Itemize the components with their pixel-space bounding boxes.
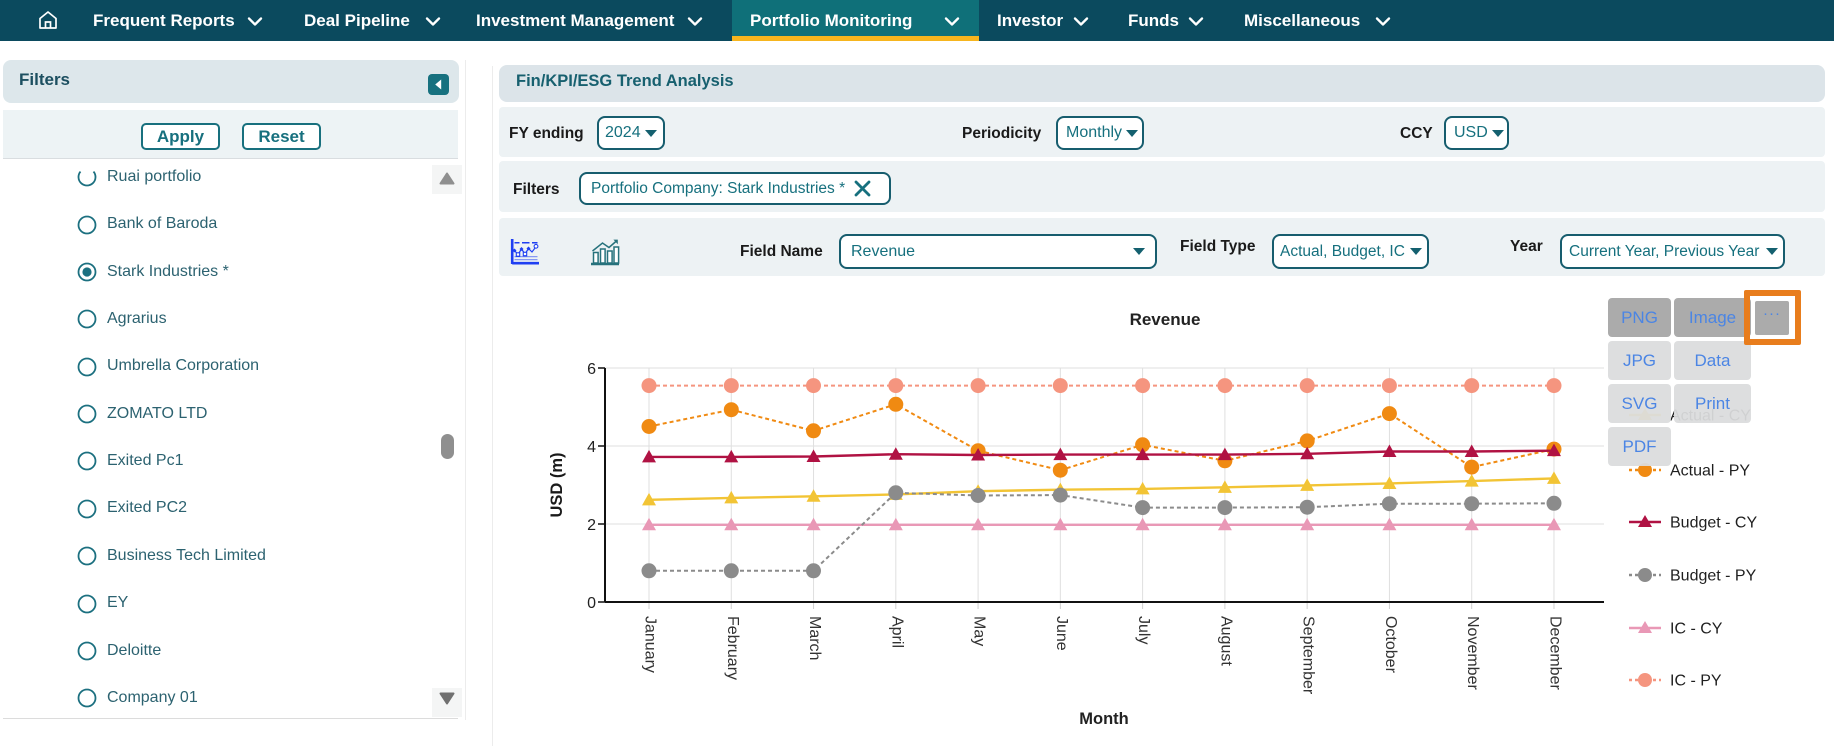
svg-text:September: September [1300, 616, 1317, 695]
svg-text:Actual - PY: Actual - PY [1670, 463, 1750, 480]
svg-text:Budget - CY: Budget - CY [1670, 515, 1757, 532]
svg-text:March: March [806, 616, 823, 660]
svg-text:USD (m): USD (m) [548, 452, 566, 517]
svg-text:IC - CY: IC - CY [1670, 621, 1723, 638]
svg-text:0: 0 [587, 595, 596, 612]
svg-text:February: February [724, 616, 741, 680]
svg-text:August: August [1217, 616, 1234, 666]
svg-text:6: 6 [587, 361, 596, 378]
svg-text:4: 4 [587, 439, 596, 456]
svg-text:July: July [1135, 616, 1152, 644]
svg-text:October: October [1382, 616, 1399, 674]
svg-text:Month: Month [1079, 710, 1128, 728]
svg-text:November: November [1464, 616, 1481, 690]
svg-text:April: April [888, 616, 905, 648]
svg-text:Revenue: Revenue [1130, 310, 1201, 329]
svg-text:2: 2 [587, 517, 596, 534]
svg-text:January: January [642, 616, 659, 673]
svg-text:Budget - PY: Budget - PY [1670, 568, 1757, 585]
svg-text:June: June [1053, 616, 1070, 651]
svg-text:December: December [1546, 616, 1563, 690]
svg-text:May: May [971, 616, 988, 646]
svg-text:IC - PY: IC - PY [1670, 673, 1722, 690]
